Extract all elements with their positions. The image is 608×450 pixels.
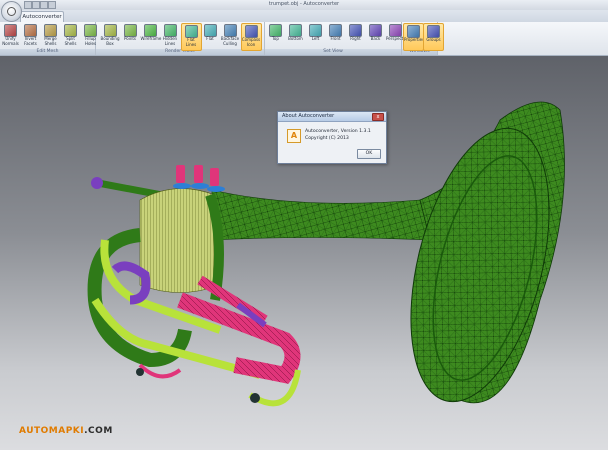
ribbon-group-label: Edit Mesh (0, 49, 95, 55)
open-icon[interactable] (32, 1, 40, 9)
close-icon[interactable]: x (372, 113, 384, 121)
ribbon-group-render-mode: Render Mode Bounding Box Points Wireframe Hi… (96, 22, 265, 55)
split-shells-button[interactable]: Split Shells (61, 23, 80, 49)
ribbon-button-label: Wireframe (140, 36, 162, 41)
points-button[interactable]: Points (121, 23, 140, 49)
unify-normals-button[interactable]: Unify Normals (1, 23, 20, 49)
compass-button[interactable]: Compass Icon (240, 23, 262, 51)
ribbon-button-label: Invert Facets (24, 36, 37, 46)
ribbon-button-label: Backface Culling (220, 36, 240, 46)
ribbon-button-label: Bounding Box (100, 36, 120, 46)
ribbon-button-label: Flat (206, 36, 214, 41)
ribbon-button-label: Front (330, 36, 341, 41)
autoconverter-logo-icon: A (287, 129, 301, 143)
ribbon-button-label: Hidden Lines (162, 36, 178, 46)
flat-lines-button[interactable]: Flat Lines (180, 23, 202, 51)
watermark-part2: .COM (84, 426, 113, 436)
ribbon-button-label: Bottom (288, 36, 303, 41)
groups-button[interactable]: Groups (423, 23, 444, 51)
ribbon-button-label: Points (123, 36, 136, 41)
ribbon-button-label: Properties (404, 37, 425, 42)
properties-button[interactable]: Properties (403, 23, 424, 51)
tuning-slide (177, 292, 301, 384)
ribbon-button-label: Merge Shells (44, 36, 57, 46)
trumpet-tube (211, 189, 431, 241)
ok-button[interactable]: OK (357, 149, 381, 159)
redo-icon[interactable] (48, 1, 56, 9)
ribbon-button-label: Right (350, 36, 361, 41)
merge-shells-button[interactable]: Merge Shells (41, 23, 60, 49)
ribbon-group-windows: Windows Properties Groups (402, 22, 444, 55)
ribbon-group-label: Set View (265, 49, 401, 55)
copyright-text: Copyright (C) 2013 (305, 136, 349, 141)
ribbon-button-label: Compass Icon (241, 37, 261, 47)
ribbon-group-label: Render Mode (96, 49, 264, 55)
ribbon-button-label: Split Shells (64, 36, 77, 46)
ribbon-button-label: Top (272, 36, 279, 41)
ribbon-button-label: Groups (426, 37, 441, 42)
dialog-title: About Autoconverter (278, 112, 386, 122)
ribbon-button-label: Unify Normals (2, 36, 19, 46)
bottom-view-button[interactable]: Bottom (286, 23, 305, 49)
watermark: AUTOMAPKI.COM (19, 426, 113, 436)
save-icon[interactable] (24, 1, 32, 9)
app-logo-icon (7, 7, 16, 16)
bounding-box-button[interactable]: Bounding Box (101, 23, 120, 49)
invert-facets-button[interactable]: Invert Facets (21, 23, 40, 49)
application-menu-button[interactable] (1, 1, 22, 22)
flat-button[interactable]: Flat (201, 23, 220, 49)
mouthpiece (91, 177, 103, 189)
ribbon-button-label: Back (370, 36, 381, 41)
back-view-button[interactable]: Back (366, 23, 385, 49)
ribbon-button-label: Left (311, 36, 320, 41)
ribbon-group-set-view: Set View Top Bottom Left Front Right Back Persp… (265, 22, 409, 55)
undo-icon[interactable] (40, 1, 48, 9)
left-view-button[interactable]: Left (306, 23, 325, 49)
hidden-lines-button[interactable]: Hidden Lines (161, 23, 180, 49)
backface-culling-button[interactable]: Backface Culling (221, 23, 240, 49)
window-title: trumpet.obj - Autoconverter (268, 1, 340, 7)
wireframe-button[interactable]: Wireframe (140, 23, 162, 49)
top-view-button[interactable]: Top (266, 23, 285, 49)
ribbon-button-label: Flat Lines (185, 37, 197, 47)
ribbon: Edit Mesh Unify Normals Invert Facets Merge… (0, 22, 608, 56)
ribbon-tab-strip: Autoconverter (0, 10, 608, 23)
front-view-button[interactable]: Front (326, 23, 345, 49)
watermark-part1: AUTOMAPKI (19, 426, 85, 436)
ribbon-group-edit-mesh: Edit Mesh Unify Normals Invert Facets Merge… (0, 22, 97, 55)
right-view-button[interactable]: Right (346, 23, 365, 49)
version-text: Autoconverter, Version 1.3.1 (305, 129, 371, 134)
